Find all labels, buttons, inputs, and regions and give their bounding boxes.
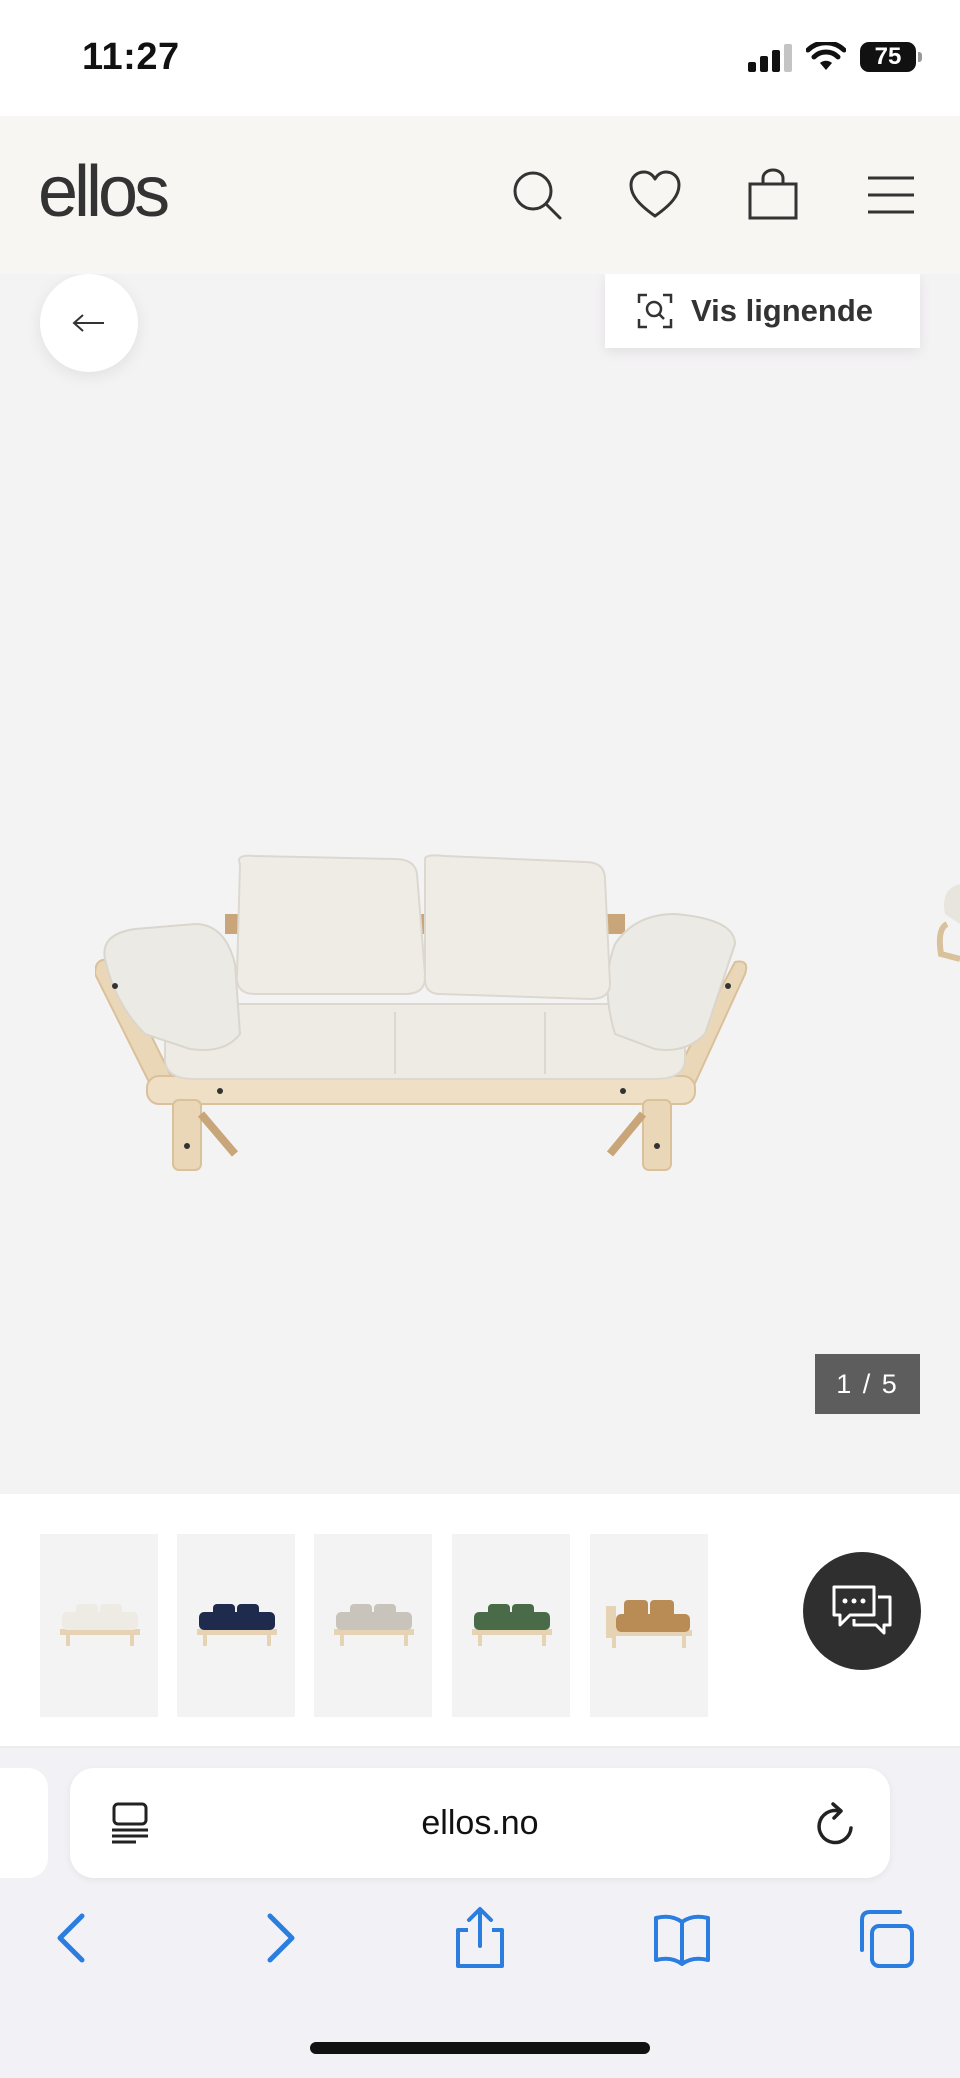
browser-toolbar: ellos.no <box>0 1748 960 2078</box>
wifi-icon <box>806 42 846 70</box>
forward-arrow-icon[interactable] <box>250 1906 310 1970</box>
thumbnail-sofa-5 <box>606 1600 692 1648</box>
home-indicator <box>310 2042 650 2054</box>
site-header: ellos <box>0 116 960 274</box>
thumbnail-5[interactable] <box>590 1534 708 1717</box>
thumbnail-4[interactable] <box>452 1534 570 1717</box>
reload-icon[interactable] <box>815 1802 857 1846</box>
menu-icon[interactable] <box>864 168 918 222</box>
thumbnail-2[interactable] <box>177 1534 295 1717</box>
show-similar-button[interactable]: Vis lignende <box>605 274 920 348</box>
battery-icon: 75 <box>860 42 922 72</box>
status-time: 11:27 <box>82 36 180 78</box>
visual-search-icon <box>637 293 673 329</box>
thumbnail-3[interactable] <box>314 1534 432 1717</box>
thumbnail-1[interactable] <box>40 1534 158 1717</box>
url-text: ellos.no <box>421 1804 539 1842</box>
chat-bubbles-icon <box>832 1585 892 1635</box>
battery-level: 75 <box>874 43 902 70</box>
share-icon[interactable] <box>450 1906 510 1970</box>
thumbnail-sofa-4 <box>472 1604 552 1646</box>
next-image-peek <box>936 884 960 962</box>
back-button[interactable] <box>40 274 138 372</box>
status-bar: 11:27 75 <box>0 0 960 116</box>
address-bar[interactable]: ellos.no <box>70 1768 890 1878</box>
previous-tab-peek[interactable] <box>0 1768 48 1878</box>
tabs-icon[interactable] <box>856 1906 916 1970</box>
thumbnail-sofa-3 <box>334 1604 414 1646</box>
heart-icon[interactable] <box>628 168 682 222</box>
image-counter: 1 / 5 <box>815 1354 920 1414</box>
ellos-logo[interactable]: ellos <box>38 156 170 228</box>
arrow-left-icon <box>72 314 104 332</box>
thumbnail-sofa-2 <box>197 1604 277 1646</box>
back-arrow-icon[interactable] <box>42 1906 102 1970</box>
chat-button[interactable] <box>803 1552 921 1670</box>
search-icon[interactable] <box>510 168 564 222</box>
status-icons: 75 <box>748 42 922 72</box>
product-image-gallery[interactable]: Vis lignende 1 / 5 <box>0 274 960 1494</box>
bookmarks-icon[interactable] <box>652 1906 712 1970</box>
cellular-signal-icon <box>748 44 792 72</box>
thumbnail-strip <box>0 1494 960 1748</box>
show-similar-label: Vis lignende <box>691 293 874 328</box>
product-image-sofa <box>95 854 748 1171</box>
thumbnail-sofa-1 <box>60 1604 140 1646</box>
shopping-bag-icon[interactable] <box>746 168 800 222</box>
